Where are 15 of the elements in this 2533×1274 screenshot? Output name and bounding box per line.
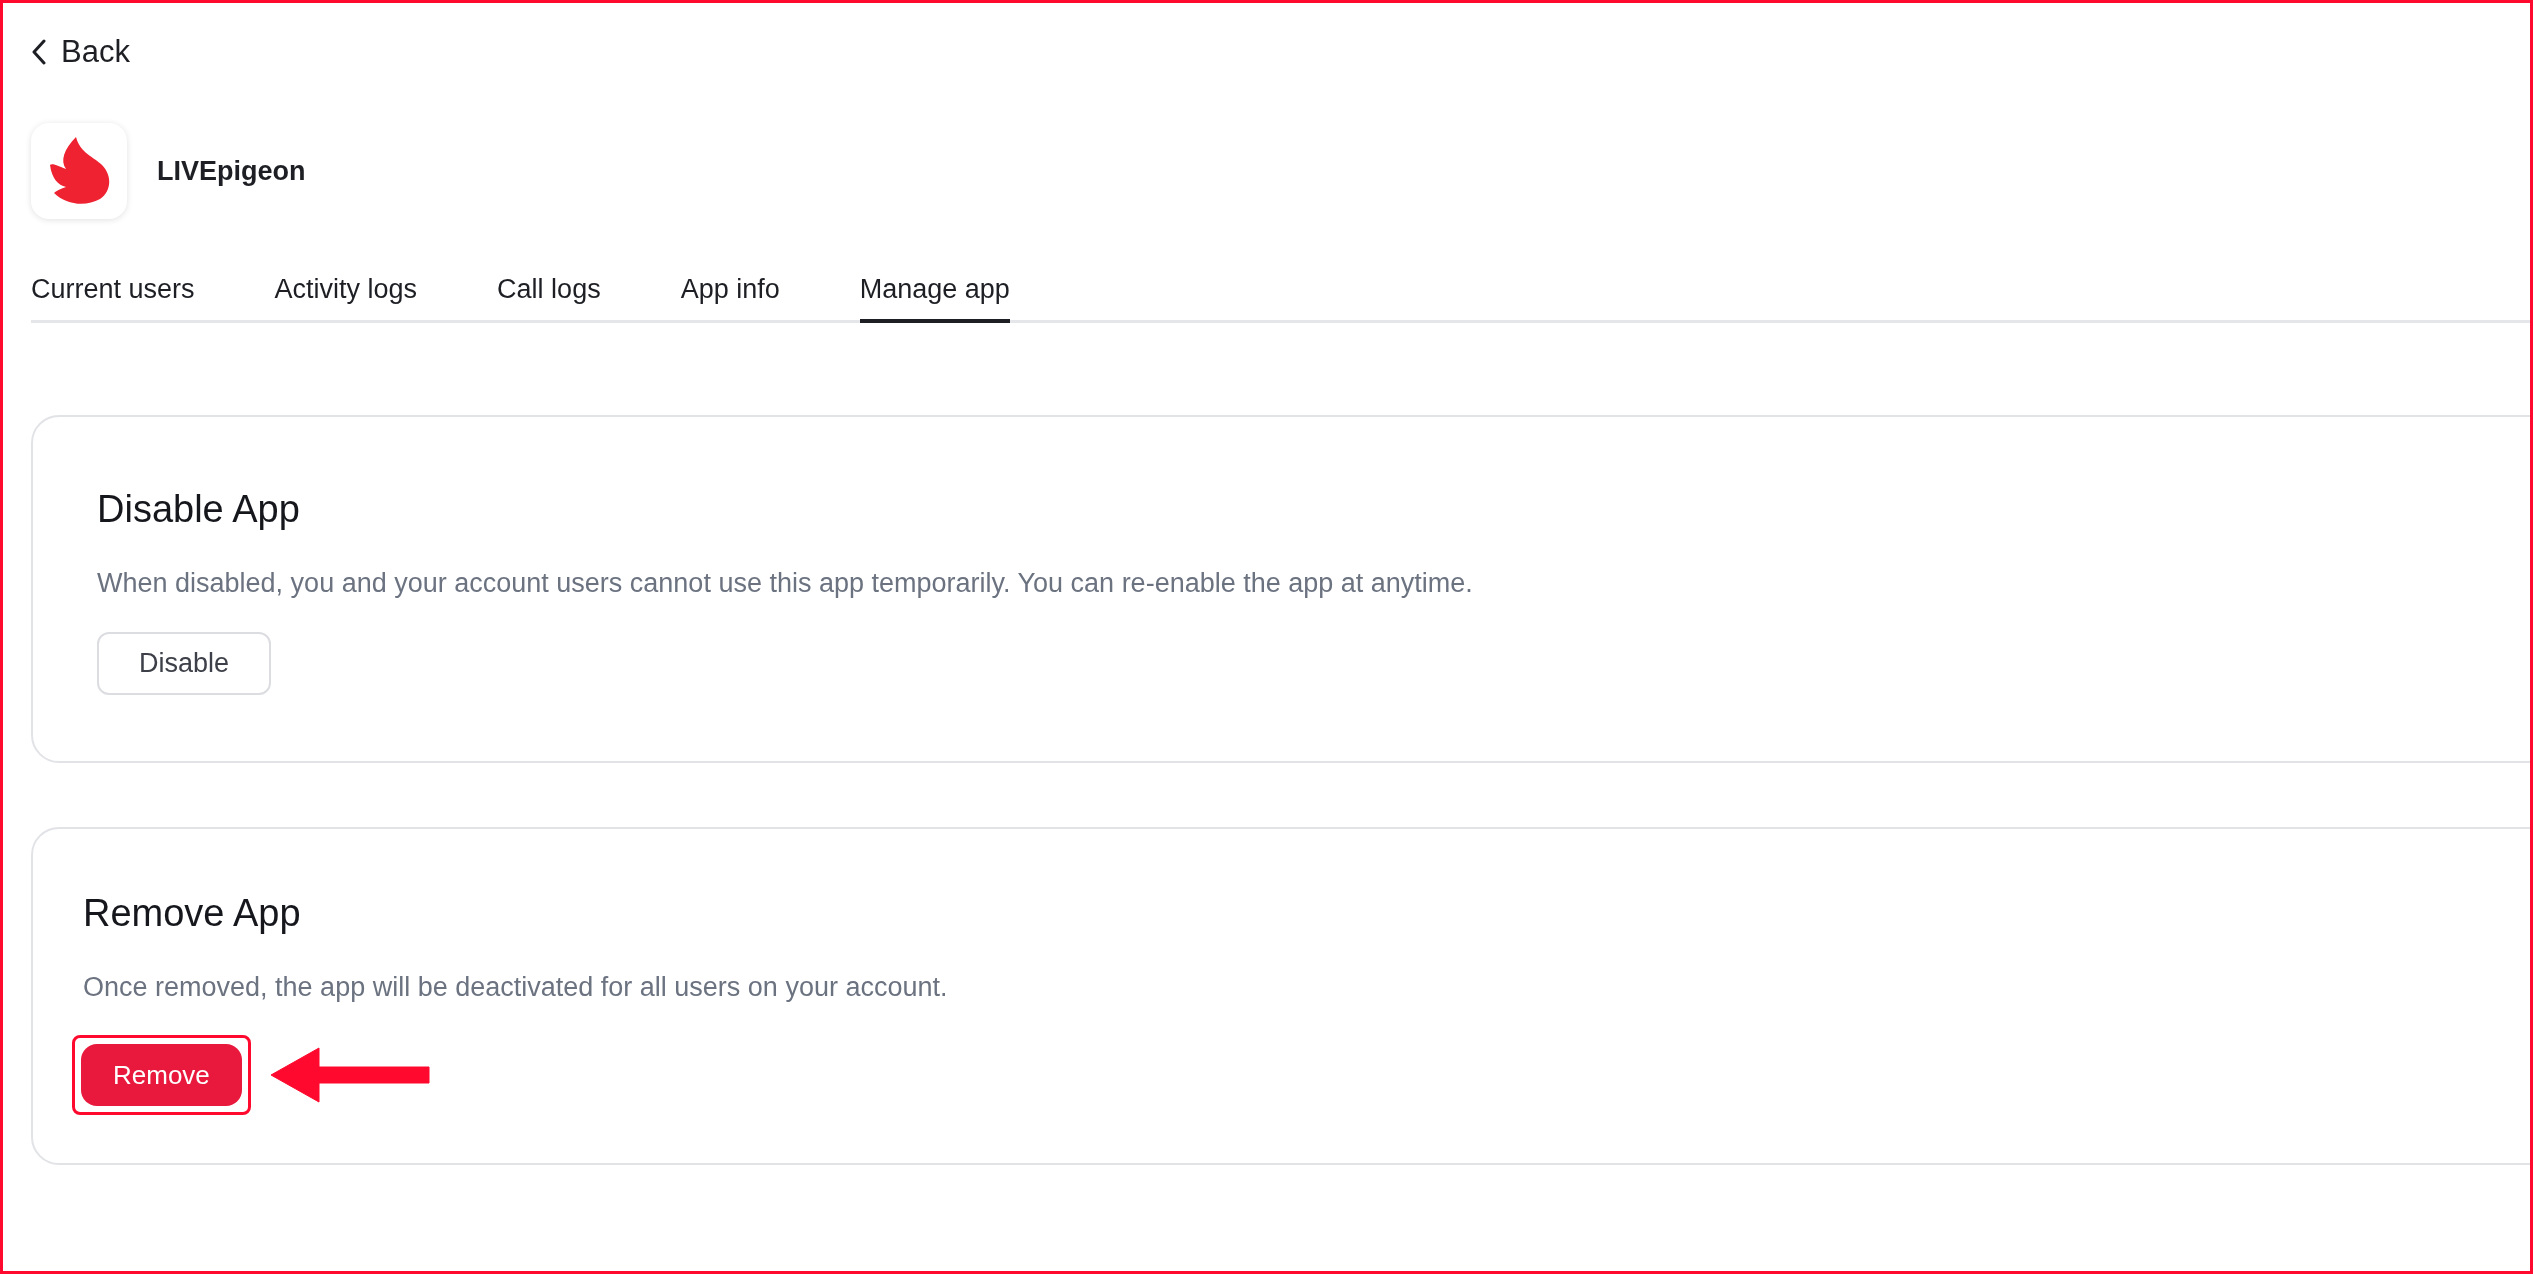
arrow-icon: [270, 1046, 431, 1104]
tab[interactable]: App info: [680, 269, 780, 323]
tab[interactable]: Activity logs: [274, 269, 418, 323]
tab[interactable]: Current users: [31, 269, 195, 323]
disable-button[interactable]: Disable: [97, 631, 272, 695]
section-title: Disable App: [97, 487, 301, 532]
remove-button[interactable]: Remove: [81, 1044, 242, 1106]
back-button[interactable]: Back: [31, 29, 130, 75]
app-name: LIVEpigeon: [157, 154, 306, 188]
tab[interactable]: Manage app: [859, 269, 1010, 323]
section-description: When disabled, you and your account users cannot use this app temporarily. You can re-enable the app at anytime.: [97, 567, 1474, 600]
section-description: Once removed, the app will be deactivated for all users on your account.: [83, 970, 949, 1004]
section-title: Remove App: [83, 890, 302, 936]
tab[interactable]: Call logs: [497, 269, 601, 323]
chevron-left-icon: [31, 39, 47, 65]
